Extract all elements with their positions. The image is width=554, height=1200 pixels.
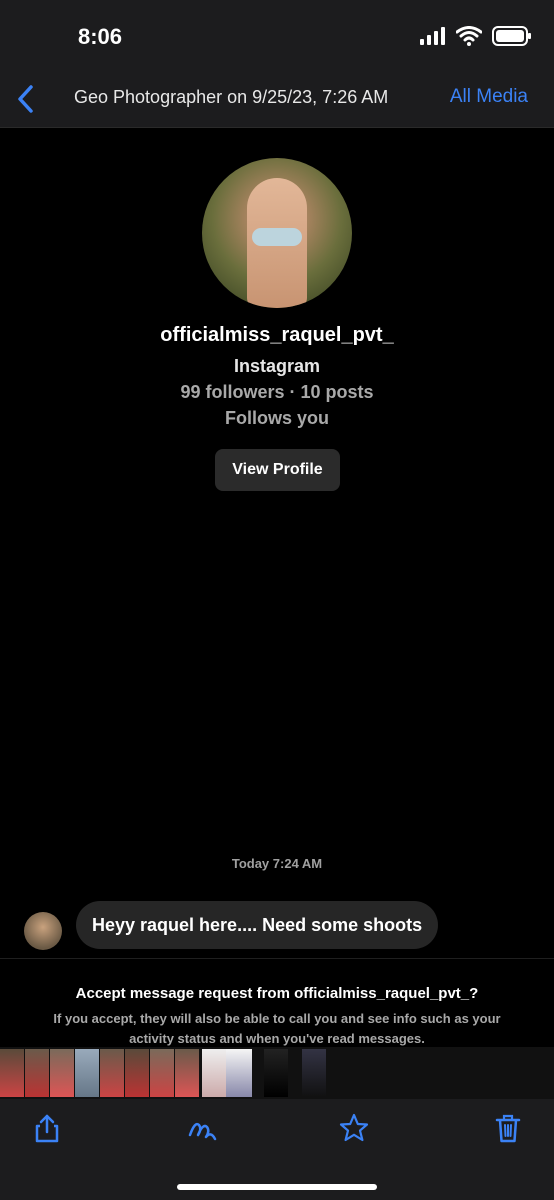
filmstrip-thumbnail[interactable]	[264, 1049, 288, 1097]
filmstrip-thumbnail[interactable]	[150, 1049, 174, 1097]
all-media-button[interactable]: All Media	[450, 86, 528, 108]
profile-stats: 99 followers · 10 posts	[180, 382, 374, 402]
filmstrip-thumbnail[interactable]	[226, 1049, 252, 1097]
avatar-detail	[252, 228, 302, 246]
navigation-bar: Geo Photographer on 9/25/23, 7:26 AM All…	[0, 72, 554, 128]
message-request-panel: Accept message request from officialmiss…	[0, 958, 554, 1049]
home-indicator[interactable]	[177, 1184, 377, 1190]
request-title-prefix: Accept message request from	[75, 985, 295, 1002]
profile-avatar[interactable]	[202, 158, 352, 308]
request-title-user: officialmiss_raquel_pvt_	[294, 985, 470, 1002]
filmstrip-thumbnail[interactable]	[0, 1049, 24, 1097]
filmstrip-thumbnail[interactable]	[175, 1049, 199, 1097]
profile-username: officialmiss_raquel_pvt_	[160, 324, 394, 346]
status-icons	[420, 26, 532, 46]
filmstrip-thumbnail[interactable]	[302, 1049, 326, 1097]
filmstrip-thumbnail[interactable]	[25, 1049, 49, 1097]
markup-icon[interactable]	[187, 1113, 217, 1143]
message-bubble[interactable]: Heyy raquel here.... Need some shoots	[76, 901, 439, 949]
nav-title: Geo Photographer on 9/25/23, 7:26 AM	[74, 87, 389, 107]
view-profile-button[interactable]: View Profile	[215, 449, 340, 491]
request-description: If you accept, they will also be able to…	[53, 1011, 501, 1046]
battery-icon	[492, 26, 531, 46]
status-time: 8:06	[78, 24, 123, 49]
request-title-suffix: ?	[469, 985, 479, 1002]
bottom-toolbar	[0, 1099, 554, 1200]
profile-follows-status: Follows you	[224, 408, 329, 428]
filmstrip-thumbnail[interactable]	[100, 1049, 124, 1097]
cellular-signal-icon	[420, 27, 445, 45]
profile-platform: Instagram	[233, 356, 321, 376]
filmstrip-thumbnail[interactable]	[50, 1049, 74, 1097]
filmstrip-thumbnail[interactable]	[202, 1049, 226, 1097]
media-filmstrip[interactable]	[0, 1047, 554, 1099]
favorite-icon[interactable]	[339, 1113, 369, 1143]
sender-avatar[interactable]	[24, 912, 62, 950]
filmstrip-thumbnail[interactable]	[125, 1049, 149, 1097]
message-timestamp: Today 7:24 AM	[231, 856, 323, 871]
request-title: Accept message request from officialmiss…	[0, 985, 554, 1002]
wifi-icon	[456, 26, 482, 46]
status-bar: 8:06	[0, 0, 554, 72]
back-chevron-icon[interactable]	[14, 82, 38, 116]
share-icon[interactable]	[32, 1113, 62, 1143]
trash-icon[interactable]	[493, 1113, 523, 1143]
filmstrip-thumbnail[interactable]	[75, 1049, 99, 1097]
